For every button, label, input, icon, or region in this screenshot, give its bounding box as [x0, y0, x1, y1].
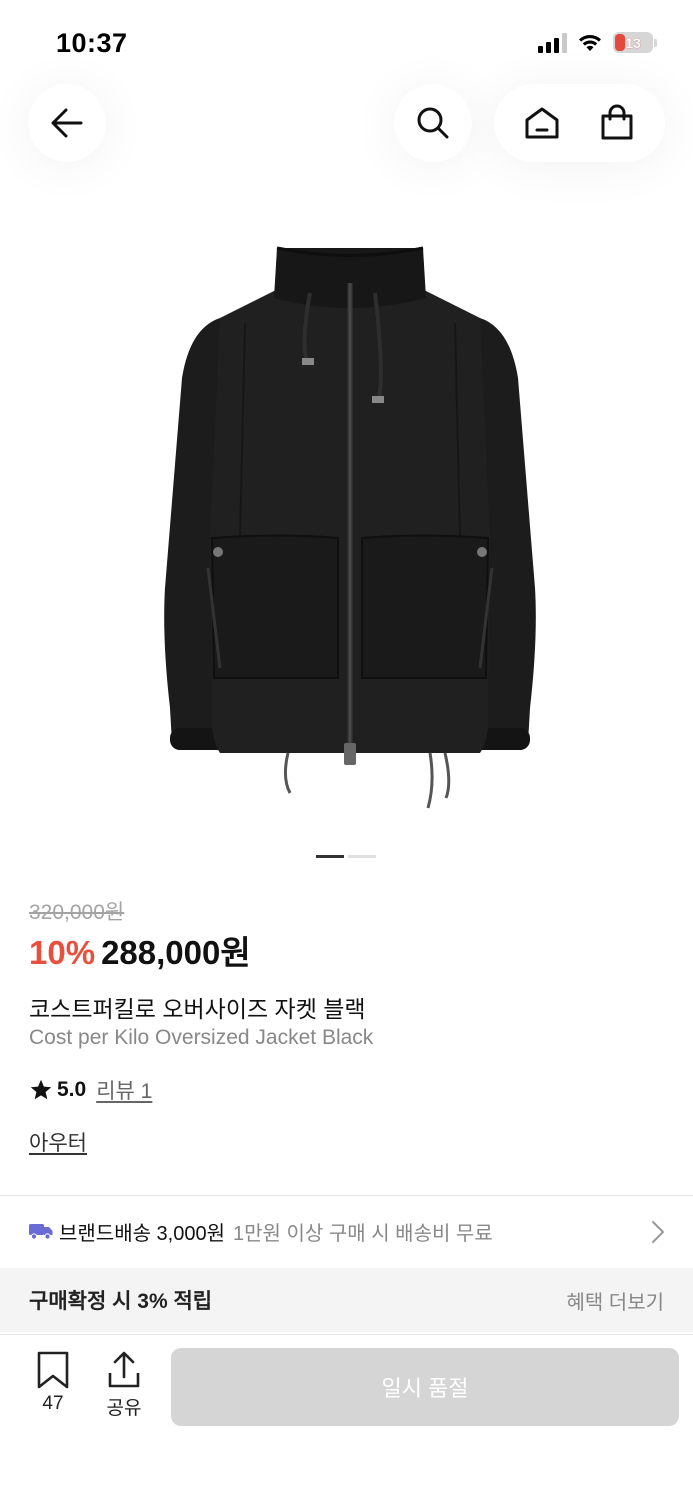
signal-icon	[538, 32, 567, 53]
battery-level: 13	[625, 34, 641, 51]
bottom-action-bar: 47 공유 일시 품절	[0, 1334, 693, 1500]
arrow-left-icon	[51, 108, 83, 138]
sale-price: 288,000원	[101, 934, 251, 971]
chevron-right-icon	[652, 1221, 664, 1243]
share-label: 공유	[106, 1398, 142, 1419]
back-button[interactable]	[28, 84, 106, 162]
soldout-button[interactable]: 일시 품절	[171, 1348, 679, 1426]
product-name-korean: 코스트퍼킬로 오버사이즈 자켓 블랙	[29, 996, 366, 1022]
carousel-dot	[348, 855, 376, 858]
bookmark-button[interactable]: 47	[23, 1351, 83, 1415]
bookmark-count: 47	[42, 1393, 64, 1414]
cart-button[interactable]	[587, 93, 647, 153]
discount-rate: 10%	[29, 934, 96, 971]
benefit-more-link[interactable]: 혜택 더보기	[566, 1286, 664, 1315]
shopping-bag-icon	[601, 104, 633, 140]
product-name-english: Cost per Kilo Oversized Jacket Black	[29, 1026, 374, 1049]
price-row: 10% 288,000원	[29, 926, 251, 974]
rating-value: 5.0	[57, 1078, 87, 1101]
review-link[interactable]: 리뷰 1	[96, 1075, 152, 1105]
share-button[interactable]: 공유	[94, 1351, 154, 1420]
carousel-indicator	[316, 855, 376, 858]
wifi-icon	[579, 34, 601, 51]
home-button[interactable]	[512, 93, 572, 153]
home-icon	[525, 107, 559, 139]
benefit-text: 구매확정 시 3% 적립	[29, 1290, 213, 1313]
truck-icon	[29, 1224, 53, 1240]
home-cart-group	[494, 84, 665, 162]
category-link[interactable]: 아우터	[29, 1127, 87, 1157]
rating-row: 5.0 리뷰 1	[29, 1075, 152, 1105]
status-bar: 10:37 13	[0, 0, 693, 84]
star-icon	[30, 1079, 52, 1100]
battery-indicator: 13	[613, 32, 657, 53]
search-icon	[417, 107, 449, 139]
carousel-dot-active	[316, 855, 344, 858]
shipping-label: 브랜드배송 3,000원	[59, 1222, 226, 1245]
original-price: 320,000원	[29, 901, 125, 924]
battery-icon: 13	[613, 32, 653, 53]
benefit-row: 구매확정 시 3% 적립 혜택 더보기	[0, 1268, 693, 1332]
status-icons: 13	[538, 32, 657, 53]
shipping-note: 1만원 이상 구매 시 배송비 무료	[233, 1222, 493, 1245]
share-icon	[108, 1351, 140, 1388]
product-image[interactable]	[150, 238, 550, 818]
status-time: 10:37	[56, 28, 128, 58]
shipping-row[interactable]: 브랜드배송 3,000원 1만원 이상 구매 시 배송비 무료	[0, 1196, 693, 1266]
bookmark-icon	[37, 1351, 69, 1389]
search-button[interactable]	[394, 84, 472, 162]
